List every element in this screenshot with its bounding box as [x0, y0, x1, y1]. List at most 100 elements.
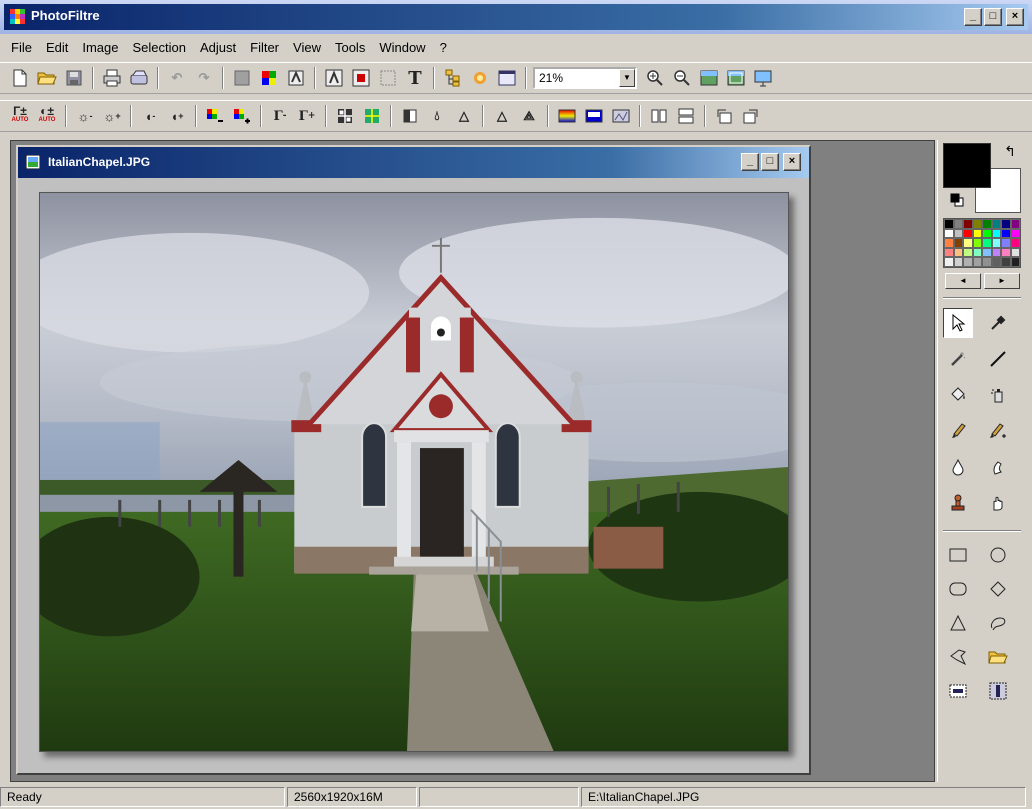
- print-icon[interactable]: [100, 67, 124, 89]
- palette-swatch[interactable]: [953, 257, 963, 267]
- palette-swatch[interactable]: [982, 219, 992, 229]
- image-size-icon[interactable]: [322, 67, 346, 89]
- menu-edit[interactable]: Edit: [39, 40, 75, 55]
- magic-wand-icon[interactable]: [943, 344, 973, 374]
- document-window[interactable]: ItalianChapel.JPG _ □ ×: [16, 145, 811, 775]
- menu-selection[interactable]: Selection: [126, 40, 193, 55]
- redo-icon[interactable]: ↷: [192, 67, 216, 89]
- palette-swatch[interactable]: [972, 247, 982, 258]
- close-button[interactable]: ×: [1006, 8, 1024, 26]
- palette-swatch[interactable]: [972, 257, 982, 267]
- swap-colors-icon[interactable]: ↰: [1000, 143, 1020, 163]
- fit-icon[interactable]: [697, 67, 721, 89]
- chevron-down-icon[interactable]: ▼: [619, 69, 635, 87]
- mask-icon[interactable]: [582, 105, 606, 127]
- plugin-icon[interactable]: [468, 67, 492, 89]
- open-folder-icon[interactable]: [35, 67, 59, 89]
- ellipse-icon[interactable]: [983, 540, 1013, 570]
- palette-swatch[interactable]: [963, 257, 973, 267]
- menu-adjust[interactable]: Adjust: [193, 40, 243, 55]
- palette-swatch[interactable]: [944, 228, 954, 239]
- auto-levels-icon[interactable]: Γ± AUTO: [8, 105, 32, 127]
- flip-vertical-icon[interactable]: [674, 105, 698, 127]
- palette-swatch[interactable]: [953, 247, 963, 258]
- palette-swatch[interactable]: [1001, 228, 1011, 239]
- palette-swatch[interactable]: [1010, 219, 1020, 229]
- menu-filter[interactable]: Filter: [243, 40, 286, 55]
- palette-swatch[interactable]: [991, 219, 1001, 229]
- palette-swatch[interactable]: [991, 228, 1001, 239]
- brightness-up-icon[interactable]: ☼ +: [100, 105, 124, 127]
- palette-swatch[interactable]: [1010, 257, 1020, 267]
- new-file-icon[interactable]: [8, 67, 32, 89]
- sharpen-drop-icon[interactable]: △: [452, 105, 476, 127]
- document-titlebar[interactable]: ItalianChapel.JPG _ □ ×: [18, 147, 809, 178]
- palette-swatch[interactable]: [963, 219, 973, 229]
- palette-swatch[interactable]: [972, 219, 982, 229]
- saturation-down-icon[interactable]: [203, 105, 227, 127]
- palette-prev-button[interactable]: ◄: [945, 273, 981, 289]
- palette-swatch[interactable]: [953, 238, 963, 248]
- palette-swatch[interactable]: [944, 238, 954, 248]
- menu-file[interactable]: File: [4, 40, 39, 55]
- menu-tools[interactable]: Tools: [328, 40, 372, 55]
- palette-swatch[interactable]: [991, 257, 1001, 267]
- reset-colors-icon[interactable]: [950, 193, 964, 207]
- undo-icon[interactable]: ↶: [165, 67, 189, 89]
- contrast-down-icon[interactable]: ◖ -: [138, 105, 162, 127]
- maximize-button[interactable]: □: [984, 8, 1002, 26]
- menu-help[interactable]: ?: [433, 40, 454, 55]
- rounded-rect-icon[interactable]: [943, 574, 973, 604]
- polygon-icon[interactable]: [943, 642, 973, 672]
- triangle-icon[interactable]: [943, 608, 973, 638]
- line-icon[interactable]: [983, 344, 1013, 374]
- open-shape-icon[interactable]: [983, 642, 1013, 672]
- paint-bucket-icon[interactable]: [943, 380, 973, 410]
- menu-view[interactable]: View: [286, 40, 328, 55]
- palette-swatch[interactable]: [1001, 219, 1011, 229]
- explorer-icon[interactable]: [441, 67, 465, 89]
- palette-swatch[interactable]: [944, 257, 954, 267]
- actual-size-icon[interactable]: [724, 67, 748, 89]
- clone-stamp-icon[interactable]: [943, 488, 973, 518]
- palette-swatch[interactable]: [1010, 247, 1020, 258]
- advanced-brush-icon[interactable]: [983, 416, 1013, 446]
- palette-swatch[interactable]: [1010, 228, 1020, 239]
- brush-icon[interactable]: [943, 416, 973, 446]
- zoom-out-icon[interactable]: [670, 67, 694, 89]
- zoom-in-icon[interactable]: [643, 67, 667, 89]
- brightness-down-icon[interactable]: ☼ -: [73, 105, 97, 127]
- rotate-left-icon[interactable]: [712, 105, 736, 127]
- palette-swatch[interactable]: [1001, 257, 1011, 267]
- blur-drop-icon[interactable]: [943, 452, 973, 482]
- sharpen-icon[interactable]: △: [490, 105, 514, 127]
- palette-swatch[interactable]: [1001, 247, 1011, 258]
- save-icon[interactable]: [62, 67, 86, 89]
- palette-next-button[interactable]: ►: [984, 273, 1020, 289]
- palette-swatch[interactable]: [953, 219, 963, 229]
- smudge-finger-icon[interactable]: [983, 452, 1013, 482]
- color-palette[interactable]: [943, 218, 1021, 268]
- palette-swatch[interactable]: [982, 247, 992, 258]
- rotate-right-icon[interactable]: [739, 105, 763, 127]
- fill-icon[interactable]: [230, 67, 254, 89]
- palette-swatch[interactable]: [982, 228, 992, 239]
- saturation-up-icon[interactable]: [230, 105, 254, 127]
- contrast-up-icon[interactable]: ◖ +: [165, 105, 189, 127]
- hand-icon[interactable]: [983, 488, 1013, 518]
- blur-drop-icon[interactable]: 💧︎: [425, 105, 449, 127]
- minimize-button[interactable]: _: [964, 8, 982, 26]
- palette-swatch[interactable]: [944, 219, 954, 229]
- spray-icon[interactable]: [983, 380, 1013, 410]
- color-grid-icon[interactable]: [257, 67, 281, 89]
- doc-maximize-button[interactable]: □: [761, 153, 779, 171]
- palette-swatch[interactable]: [963, 247, 973, 258]
- crop-icon[interactable]: [376, 67, 400, 89]
- palette-swatch[interactable]: [953, 228, 963, 239]
- menu-image[interactable]: Image: [75, 40, 125, 55]
- flip-horizontal-icon[interactable]: [647, 105, 671, 127]
- fullscreen-icon[interactable]: [751, 67, 775, 89]
- window-titlebar[interactable]: PhotoFiltre _ □ ×: [0, 0, 1032, 34]
- auto-contrast-icon[interactable]: ◐± AUTO: [35, 105, 59, 127]
- palette-swatch[interactable]: [1010, 238, 1020, 248]
